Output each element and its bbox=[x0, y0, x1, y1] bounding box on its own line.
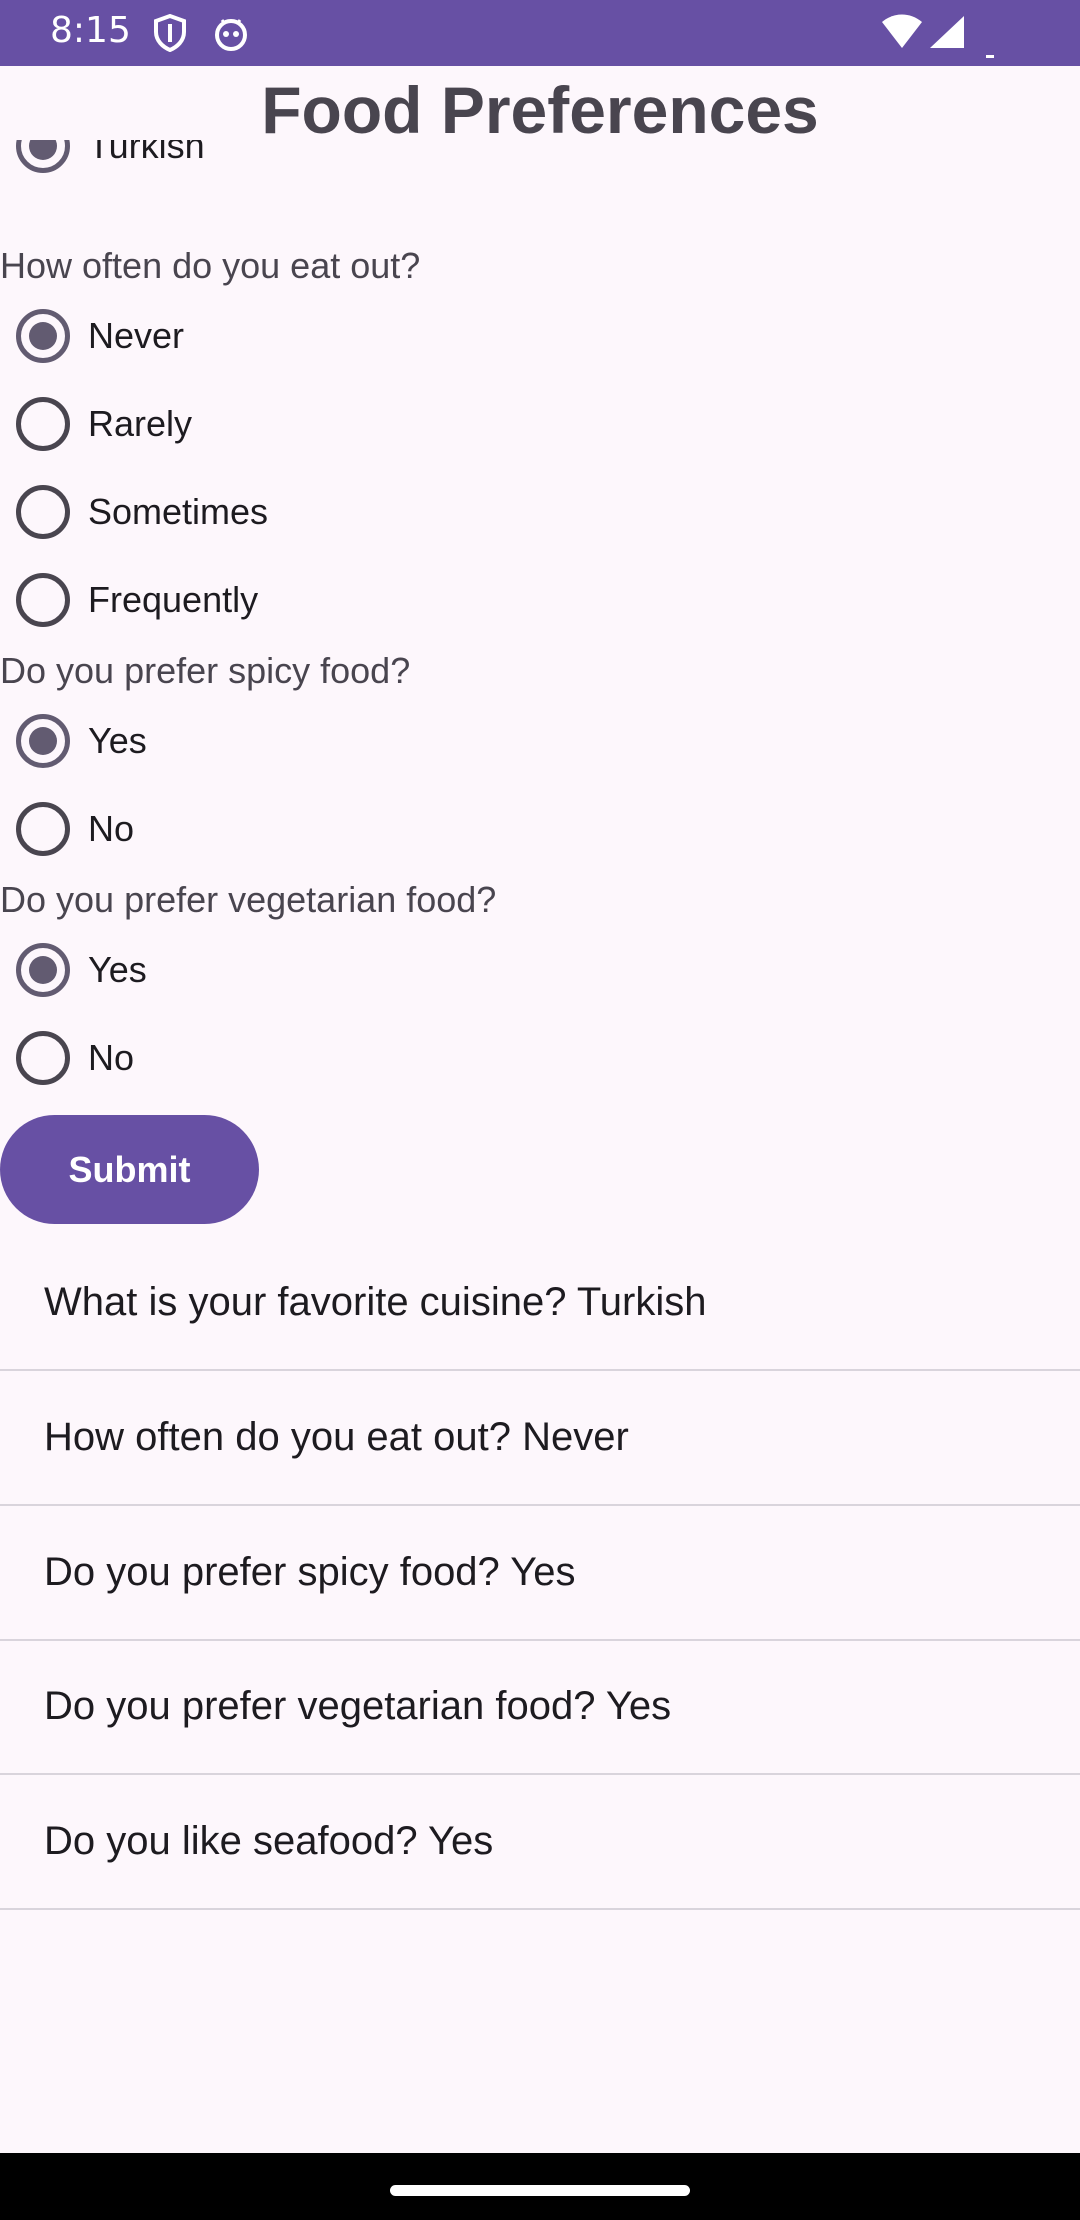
radio-button[interactable] bbox=[16, 802, 70, 856]
page-title: Food Preferences bbox=[261, 73, 819, 147]
navigation-bar bbox=[0, 2153, 1080, 2220]
list-item[interactable]: Do you like seafood? Yes bbox=[0, 1775, 1080, 1910]
radio-button[interactable] bbox=[16, 714, 70, 768]
radio-label: Frequently bbox=[88, 579, 259, 620]
radio-label: Yes bbox=[88, 720, 147, 761]
summary-text: Do you like seafood? Yes bbox=[44, 1819, 494, 1863]
radio-option-never[interactable]: Never bbox=[0, 292, 600, 380]
question-eat-out: How often do you eat out? bbox=[0, 245, 421, 286]
radio-button[interactable] bbox=[16, 943, 70, 997]
radio-label: Turkish bbox=[88, 140, 205, 166]
radio-option-vegetarian-no[interactable]: No bbox=[0, 1014, 600, 1102]
android-robot-icon bbox=[212, 14, 250, 57]
home-gesture-handle[interactable] bbox=[390, 2185, 690, 2196]
battery-icon bbox=[986, 46, 994, 64]
submit-button[interactable]: Submit bbox=[0, 1115, 259, 1224]
list-item[interactable]: How often do you eat out? Never bbox=[0, 1371, 1080, 1506]
radio-option-sometimes[interactable]: Sometimes bbox=[0, 468, 600, 556]
form-content[interactable]: Turkish How often do you eat out? Never … bbox=[0, 140, 1080, 2100]
status-bar: 8:15 bbox=[0, 0, 1080, 66]
radio-label: No bbox=[88, 1037, 135, 1078]
radio-button[interactable] bbox=[16, 140, 70, 173]
radio-button[interactable] bbox=[16, 397, 70, 451]
wifi-icon bbox=[880, 14, 924, 55]
summary-text: Do you prefer vegetarian food? Yes bbox=[44, 1684, 672, 1728]
cellular-signal-icon bbox=[928, 14, 966, 55]
radio-label: Rarely bbox=[88, 403, 193, 444]
radio-label: No bbox=[88, 808, 135, 849]
radio-label: Sometimes bbox=[88, 491, 269, 532]
radio-option-spicy-yes[interactable]: Yes bbox=[0, 697, 600, 785]
radio-button[interactable] bbox=[16, 485, 70, 539]
radio-button[interactable] bbox=[16, 309, 70, 363]
summary-text: What is your favorite cuisine? Turkish bbox=[44, 1280, 707, 1324]
radio-option-frequently[interactable]: Frequently bbox=[0, 556, 600, 644]
radio-label: Never bbox=[88, 315, 185, 356]
radio-option-rarely[interactable]: Rarely bbox=[0, 380, 600, 468]
radio-button[interactable] bbox=[16, 573, 70, 627]
radio-button[interactable] bbox=[16, 1031, 70, 1085]
summary-text: Do you prefer spicy food? Yes bbox=[44, 1550, 576, 1594]
status-time: 8:15 bbox=[50, 10, 131, 51]
radio-option-spicy-no[interactable]: No bbox=[0, 785, 600, 873]
list-item[interactable]: Do you prefer vegetarian food? Yes bbox=[0, 1640, 1080, 1775]
list-item[interactable]: Do you prefer spicy food? Yes bbox=[0, 1506, 1080, 1641]
summary-text: How often do you eat out? Never bbox=[44, 1415, 629, 1459]
question-spicy-food: Do you prefer spicy food? bbox=[0, 650, 411, 691]
radio-label: Yes bbox=[88, 949, 147, 990]
shield-icon bbox=[152, 13, 188, 57]
radio-option-vegetarian-yes[interactable]: Yes bbox=[0, 926, 600, 1014]
question-vegetarian-food: Do you prefer vegetarian food? bbox=[0, 879, 497, 920]
radio-option-turkish[interactable]: Turkish bbox=[0, 140, 600, 190]
list-item[interactable]: What is your favorite cuisine? Turkish bbox=[0, 1236, 1080, 1371]
